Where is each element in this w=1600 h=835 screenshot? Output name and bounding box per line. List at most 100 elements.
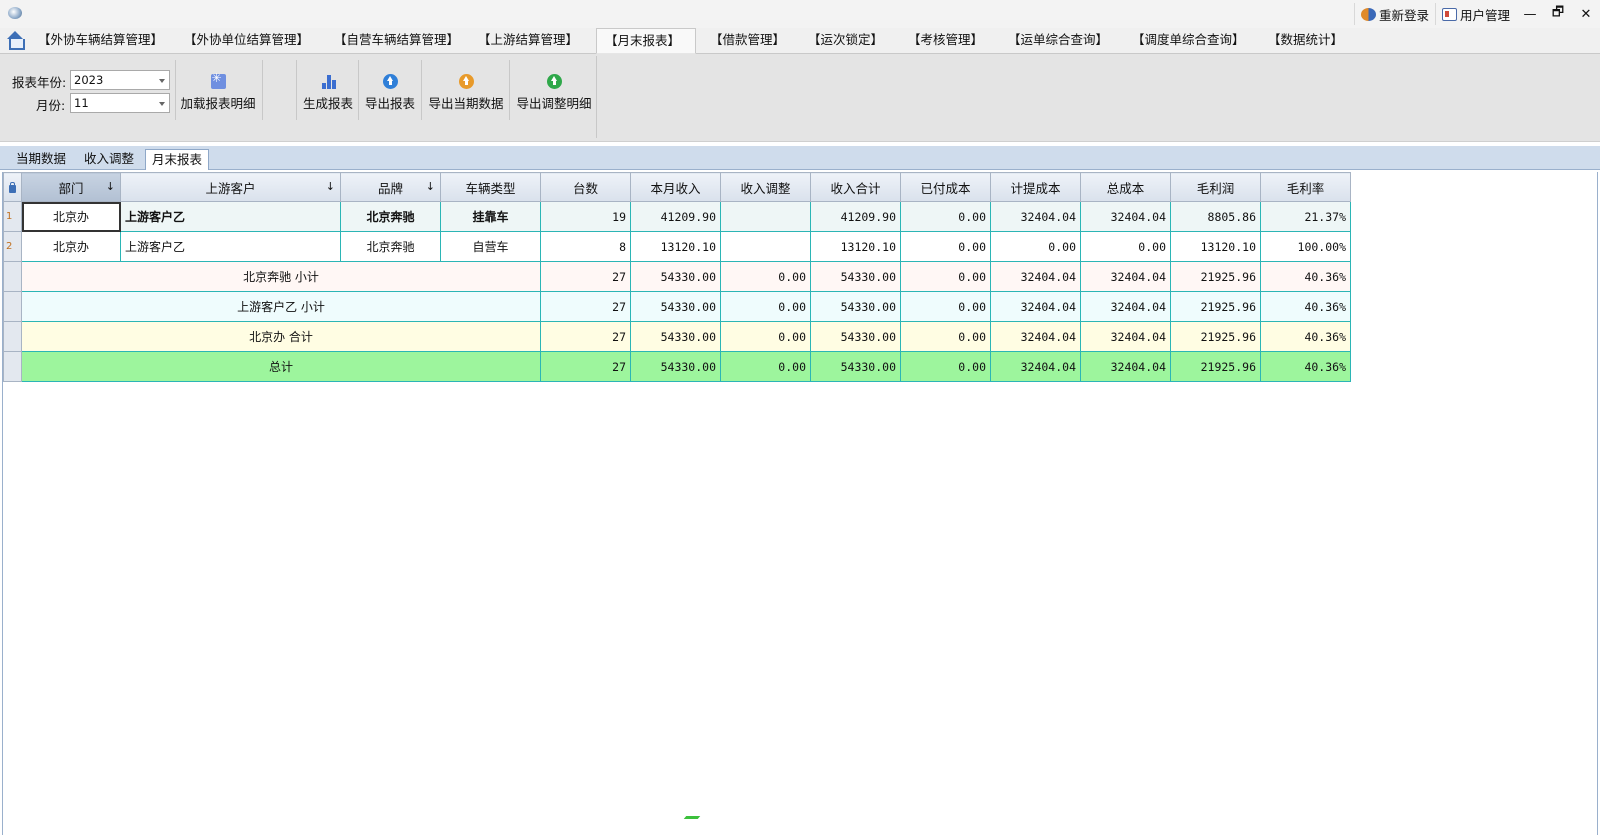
cell-gross-margin[interactable]: 100.00% (1260, 231, 1351, 262)
cell-count[interactable]: 27 (540, 261, 631, 292)
cell-total-cost[interactable]: 0.00 (1080, 231, 1171, 262)
cell-month-income[interactable]: 54330.00 (630, 261, 721, 292)
tab-income-adjustment[interactable]: 收入调整 (78, 149, 140, 170)
grand-total-row[interactable]: 总计 27 54330.00 0.00 54330.00 0.00 32404.… (3, 351, 1351, 382)
dept-total-row[interactable]: 北京办 合计 27 54330.00 0.00 54330.00 0.00 32… (3, 321, 1351, 352)
restore-button[interactable]: 🗗 (1544, 3, 1572, 25)
cell-gross-profit[interactable]: 21925.96 (1170, 351, 1261, 382)
column-header-paid-cost[interactable]: 已付成本 (900, 172, 991, 202)
row-header[interactable] (3, 261, 22, 292)
cell-vehicle-type[interactable]: 自营车 (440, 231, 541, 262)
cell-accrued-cost[interactable]: 32404.04 (990, 261, 1081, 292)
cell-paid-cost[interactable]: 0.00 (900, 291, 991, 322)
cell-dept[interactable]: 北京办 (21, 201, 121, 232)
cell-count[interactable]: 19 (540, 201, 631, 232)
cell-dept[interactable]: 北京办 (21, 231, 121, 262)
cell-income-total[interactable]: 54330.00 (810, 351, 901, 382)
column-header-month-income[interactable]: 本月收入 (630, 172, 721, 202)
subtotal-label[interactable]: 北京办 合计 (21, 321, 541, 352)
tab-outsourced-unit-settlement[interactable]: 【外协单位结算管理】 (184, 28, 309, 54)
column-header-accrued-cost[interactable]: 计提成本 (990, 172, 1081, 202)
subtotal-label[interactable]: 北京奔驰 小计 (21, 261, 541, 292)
report-month-select[interactable]: 11 (70, 93, 170, 113)
home-icon[interactable] (6, 31, 25, 50)
export-report-button[interactable]: 导出报表 (362, 74, 418, 118)
close-button[interactable]: ✕ (1572, 3, 1600, 25)
cell-count[interactable]: 27 (540, 321, 631, 352)
cell-month-income[interactable]: 54330.00 (630, 351, 721, 382)
column-header-brand[interactable]: 品牌 ↓ (340, 172, 441, 202)
cell-brand[interactable]: 北京奔驰 (340, 231, 441, 262)
cell-brand[interactable]: 北京奔驰 (340, 201, 441, 232)
customer-subtotal-row[interactable]: 上游客户乙 小计 27 54330.00 0.00 54330.00 0.00 … (3, 291, 1351, 322)
cell-accrued-cost[interactable]: 0.00 (990, 231, 1081, 262)
tab-assessment-management[interactable]: 【考核管理】 (908, 28, 983, 54)
row-header[interactable] (3, 291, 22, 322)
cell-income-adjust[interactable]: 0.00 (720, 261, 811, 292)
export-adjustment-details-button[interactable]: 导出调整明细 (512, 74, 596, 118)
tab-dispatch-query[interactable]: 【调度单综合查询】 (1132, 28, 1245, 54)
table-row[interactable]: 2 北京办 上游客户乙 北京奔驰 自营车 8 13120.10 13120.10… (3, 231, 1351, 262)
cell-customer[interactable]: 上游客户乙 (120, 231, 341, 262)
cell-gross-profit[interactable]: 21925.96 (1170, 261, 1261, 292)
tab-loan-management[interactable]: 【借款管理】 (710, 28, 785, 54)
tab-current-period-data[interactable]: 当期数据 (10, 149, 72, 170)
row-number[interactable]: 2 (3, 231, 22, 262)
cell-accrued-cost[interactable]: 32404.04 (990, 201, 1081, 232)
cell-gross-profit[interactable]: 13120.10 (1170, 231, 1261, 262)
cell-total-cost[interactable]: 32404.04 (1080, 351, 1171, 382)
generate-report-button[interactable]: 生成报表 (300, 74, 356, 118)
cell-income-total[interactable]: 54330.00 (810, 321, 901, 352)
user-management-button[interactable]: 用户管理 (1434, 3, 1516, 25)
column-header-gross-profit[interactable]: 毛利润 (1170, 172, 1261, 202)
cell-gross-profit[interactable]: 8805.86 (1170, 201, 1261, 232)
cell-vehicle-type[interactable]: 挂靠车 (440, 201, 541, 232)
cell-count[interactable]: 27 (540, 291, 631, 322)
cell-total-cost[interactable]: 32404.04 (1080, 291, 1171, 322)
row-header[interactable] (3, 321, 22, 352)
cell-income-adjust[interactable]: 0.00 (720, 291, 811, 322)
cell-count[interactable]: 8 (540, 231, 631, 262)
column-header-dept[interactable]: 部门 ↓ (21, 172, 121, 202)
cell-income-adjust[interactable] (720, 201, 811, 232)
row-number[interactable]: 1 (3, 201, 22, 232)
cell-gross-margin[interactable]: 40.36% (1260, 321, 1351, 352)
cell-gross-profit[interactable]: 21925.96 (1170, 291, 1261, 322)
report-year-select[interactable]: 2023 (70, 70, 170, 90)
cell-accrued-cost[interactable]: 32404.04 (990, 351, 1081, 382)
cell-total-cost[interactable]: 32404.04 (1080, 321, 1171, 352)
cell-paid-cost[interactable]: 0.00 (900, 351, 991, 382)
cell-gross-margin[interactable]: 40.36% (1260, 261, 1351, 292)
tab-upstream-settlement[interactable]: 【上游结算管理】 (478, 28, 578, 54)
load-report-details-button[interactable]: 加载报表明细 (180, 71, 256, 118)
table-row[interactable]: 1 北京办 上游客户乙 北京奔驰 挂靠车 19 41209.90 41209.9… (3, 201, 1351, 232)
cell-gross-margin[interactable]: 21.37% (1260, 201, 1351, 232)
cell-month-income[interactable]: 13120.10 (630, 231, 721, 262)
brand-subtotal-row[interactable]: 北京奔驰 小计 27 54330.00 0.00 54330.00 0.00 3… (3, 261, 1351, 292)
grid-corner[interactable] (3, 172, 22, 202)
cell-month-income[interactable]: 41209.90 (630, 201, 721, 232)
relogin-button[interactable]: 重新登录 (1353, 3, 1435, 25)
cell-income-total[interactable]: 54330.00 (810, 261, 901, 292)
subtotal-label[interactable]: 上游客户乙 小计 (21, 291, 541, 322)
column-header-customer[interactable]: 上游客户 ↓ (120, 172, 341, 202)
cell-income-adjust[interactable] (720, 231, 811, 262)
cell-total-cost[interactable]: 32404.04 (1080, 201, 1171, 232)
cell-paid-cost[interactable]: 0.00 (900, 231, 991, 262)
column-header-gross-margin[interactable]: 毛利率 (1260, 172, 1351, 202)
cell-income-total[interactable]: 41209.90 (810, 201, 901, 232)
cell-income-total[interactable]: 13120.10 (810, 231, 901, 262)
cell-accrued-cost[interactable]: 32404.04 (990, 321, 1081, 352)
column-header-income-adjust[interactable]: 收入调整 (720, 172, 811, 202)
tab-data-statistics[interactable]: 【数据统计】 (1268, 28, 1343, 54)
cell-income-adjust[interactable]: 0.00 (720, 351, 811, 382)
tab-waybill-query[interactable]: 【运单综合查询】 (1008, 28, 1108, 54)
tab-month-end-report-sheet[interactable]: 月末报表 (145, 149, 210, 170)
grand-total-label[interactable]: 总计 (21, 351, 541, 382)
cell-month-income[interactable]: 54330.00 (630, 291, 721, 322)
tab-trip-lock[interactable]: 【运次锁定】 (808, 28, 883, 54)
cell-customer[interactable]: 上游客户乙 (120, 201, 341, 232)
minimize-button[interactable]: — (1516, 3, 1544, 25)
cell-count[interactable]: 27 (540, 351, 631, 382)
column-header-total-cost[interactable]: 总成本 (1080, 172, 1171, 202)
